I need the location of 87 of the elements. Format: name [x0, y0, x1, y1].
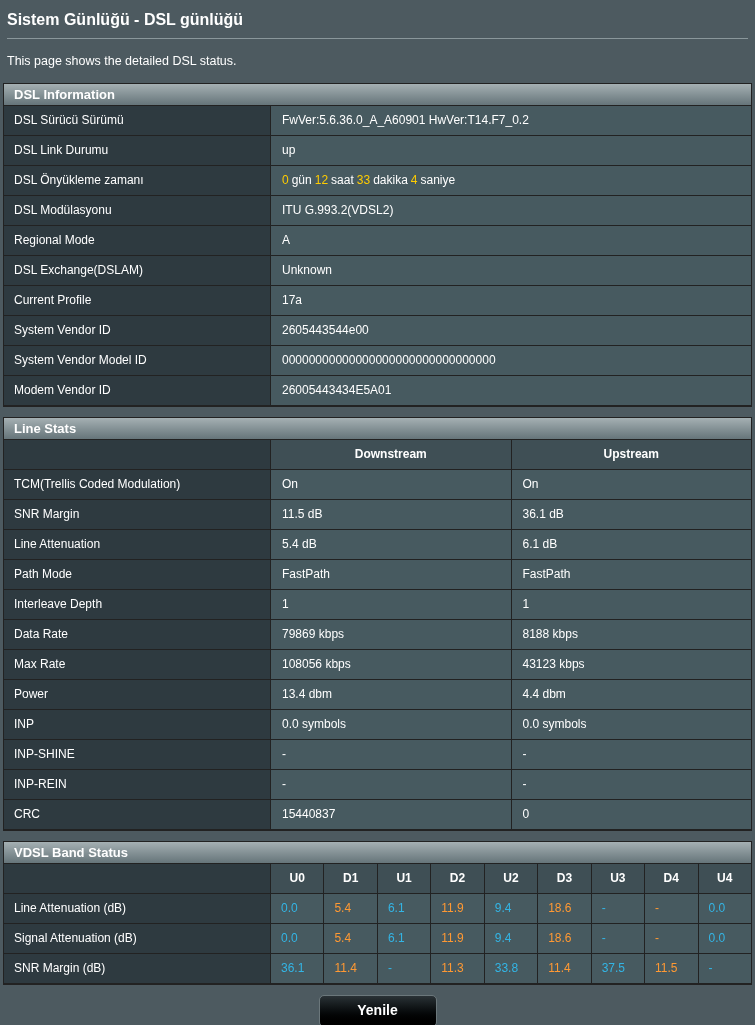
table-cell: - [271, 739, 512, 769]
row-label: Line Attenuation (dB) [4, 893, 271, 923]
table-cell: FastPath [511, 559, 751, 589]
row-label: System Vendor Model ID [4, 345, 271, 375]
row-label: DSL Link Durumu [4, 135, 271, 165]
row-label: Regional Mode [4, 225, 271, 255]
table-cell: 11.9 [431, 893, 485, 923]
table-cell: - [645, 923, 699, 953]
table-cell: 5.4 [324, 923, 378, 953]
row-label: Line Attenuation [4, 529, 271, 559]
table-cell: - [645, 893, 699, 923]
table-cell: - [511, 739, 751, 769]
section-header: VDSL Band Status [4, 841, 751, 864]
column-header: U0 [271, 863, 325, 893]
table-cell: On [271, 469, 512, 499]
row-value: 26005443434E5A01 [271, 375, 751, 405]
table-cell: 79869 kbps [271, 619, 512, 649]
row-value: 00000000000000000000000000000000 [271, 345, 751, 375]
row-label: INP-REIN [4, 769, 271, 799]
table-cell: 1 [271, 589, 512, 619]
refresh-button[interactable]: Yenile [318, 994, 437, 1025]
table-cell: 108056 kbps [271, 649, 512, 679]
table-cell: 18.6 [538, 893, 592, 923]
table-cell: 43123 kbps [511, 649, 751, 679]
row-label: INP [4, 709, 271, 739]
row-label: CRC [4, 799, 271, 829]
column-header: D1 [324, 863, 378, 893]
section-header: Line Stats [4, 417, 751, 440]
table-cell: 11.4 [538, 953, 592, 983]
row-label: Current Profile [4, 285, 271, 315]
page-title: Sistem Günlüğü - DSL günlüğü [7, 10, 245, 30]
column-header: Downstream [271, 439, 512, 469]
table-cell: - [511, 769, 751, 799]
table-cell: 0.0 symbols [271, 709, 512, 739]
table-cell: On [511, 469, 751, 499]
table-cell: 11.3 [431, 953, 485, 983]
row-label: DSL Önyükleme zamanı [4, 165, 271, 195]
row-value: 2605443544e00 [271, 315, 751, 345]
table-cell: 36.1 dB [511, 499, 751, 529]
table-cell: 8188 kbps [511, 619, 751, 649]
table-cell: 4.4 dbm [511, 679, 751, 709]
table-cell: 11.9 [431, 923, 485, 953]
table-cell: 11.5 [645, 953, 699, 983]
table-cell: 5.4 [324, 893, 378, 923]
page-description: This page shows the detailed DSL status. [7, 53, 238, 70]
row-label: Power [4, 679, 271, 709]
row-label: SNR Margin [4, 499, 271, 529]
table-cell: 11.4 [324, 953, 378, 983]
row-label: Signal Attenuation (dB) [4, 923, 271, 953]
row-label: DSL Modülasyonu [4, 195, 271, 225]
table-cell: 0.0 symbols [511, 709, 751, 739]
row-value: up [271, 135, 751, 165]
table-cell: 6.1 dB [511, 529, 751, 559]
row-label: INP-SHINE [4, 739, 271, 769]
row-label: Modem Vendor ID [4, 375, 271, 405]
table-cell: 13.4 dbm [271, 679, 512, 709]
column-header: D2 [431, 863, 485, 893]
row-value: FwVer:5.6.36.0_A_A60901 HwVer:T14.F7_0.2 [271, 105, 751, 135]
column-header: Upstream [511, 439, 751, 469]
table-cell: 0.0 [271, 923, 325, 953]
row-label: DSL Exchange(DSLAM) [4, 255, 271, 285]
table-cell: 1 [511, 589, 751, 619]
table-cell: 15440837 [271, 799, 512, 829]
row-label: Path Mode [4, 559, 271, 589]
table-cell: 5.4 dB [271, 529, 512, 559]
row-label: DSL Sürücü Sürümü [4, 105, 271, 135]
table-cell: 36.1 [271, 953, 325, 983]
row-label: SNR Margin (dB) [4, 953, 271, 983]
table-cell: 0 [511, 799, 751, 829]
row-value: 17a [271, 285, 751, 315]
column-header: D3 [538, 863, 592, 893]
table-cell: FastPath [271, 559, 512, 589]
row-label: Max Rate [4, 649, 271, 679]
row-label: Data Rate [4, 619, 271, 649]
table-cell: 0.0 [271, 893, 325, 923]
column-header: D4 [645, 863, 699, 893]
row-value: ITU G.993.2(VDSL2) [271, 195, 751, 225]
table-cell: - [271, 769, 512, 799]
row-label: System Vendor ID [4, 315, 271, 345]
row-value: 0 gün 12 saat 33 dakika 4 saniye [271, 165, 751, 195]
table-cell: 18.6 [538, 923, 592, 953]
table-cell: 11.5 dB [271, 499, 512, 529]
row-value: A [271, 225, 751, 255]
section-header: DSL Information [4, 83, 751, 106]
row-value: Unknown [271, 255, 751, 285]
row-label: TCM(Trellis Coded Modulation) [4, 469, 271, 499]
row-label: Interleave Depth [4, 589, 271, 619]
